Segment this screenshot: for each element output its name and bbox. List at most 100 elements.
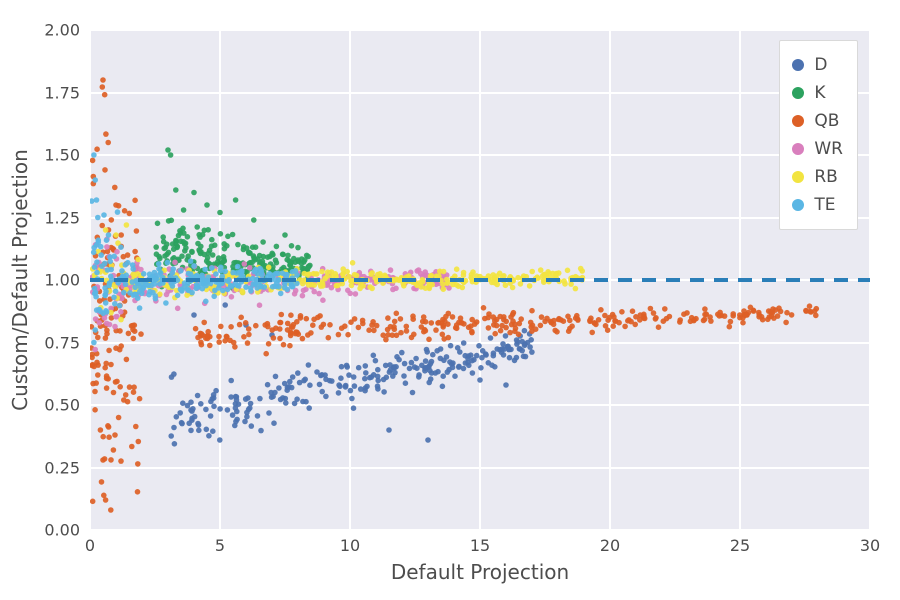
point-qb <box>435 320 441 326</box>
point-te <box>212 288 218 294</box>
point-rb <box>503 283 509 289</box>
point-qb <box>121 397 127 403</box>
point-te <box>156 261 162 267</box>
point-te <box>92 264 98 270</box>
point-qb <box>131 336 137 342</box>
y-tick-label: 2.00 <box>44 21 80 40</box>
point-qb <box>237 322 243 328</box>
point-k <box>181 207 187 213</box>
point-k <box>247 260 253 266</box>
x-tick-label: 15 <box>470 536 490 555</box>
point-qb <box>135 461 141 467</box>
point-qb <box>348 319 354 325</box>
y-tick-label: 0.75 <box>44 333 80 352</box>
point-qb <box>103 361 109 367</box>
point-d <box>463 360 469 366</box>
point-d <box>294 396 300 402</box>
point-qb <box>392 319 398 325</box>
point-k <box>161 246 167 252</box>
point-qb <box>246 326 252 332</box>
point-qb <box>808 309 814 315</box>
point-rb <box>350 260 356 266</box>
point-qb <box>131 389 137 395</box>
point-d <box>210 428 216 434</box>
point-te <box>258 283 264 289</box>
point-qb <box>789 312 795 318</box>
point-qb <box>285 321 291 327</box>
point-qb <box>124 357 130 363</box>
point-d <box>217 437 223 443</box>
point-k <box>194 224 200 230</box>
point-te <box>105 267 111 273</box>
point-qb <box>702 312 708 318</box>
point-qb <box>342 323 348 329</box>
point-qb <box>517 321 523 327</box>
point-qb <box>461 321 467 327</box>
point-d <box>257 396 263 402</box>
point-d <box>434 348 440 354</box>
point-te <box>248 288 254 294</box>
point-qb <box>245 340 251 346</box>
point-rb <box>118 317 124 323</box>
point-qb <box>127 384 133 390</box>
point-rb <box>113 232 119 238</box>
point-te <box>203 299 209 305</box>
point-rb <box>313 271 319 277</box>
point-te <box>293 268 299 274</box>
point-d <box>488 335 494 341</box>
point-qb <box>228 324 234 330</box>
point-qb <box>132 328 138 334</box>
point-wr <box>320 297 326 303</box>
point-d <box>362 376 368 382</box>
point-qb <box>803 308 809 314</box>
point-te <box>234 270 240 276</box>
point-te <box>282 285 288 291</box>
point-d <box>528 337 534 343</box>
point-qb <box>528 320 534 326</box>
point-qb <box>327 322 333 328</box>
point-te <box>140 282 146 288</box>
point-d <box>174 414 180 420</box>
point-qb <box>90 499 96 505</box>
point-d <box>255 413 261 419</box>
point-qb <box>277 336 283 342</box>
point-d <box>423 358 429 364</box>
legend-label: QB <box>814 111 839 131</box>
legend-item: QB <box>792 107 843 135</box>
point-qb <box>542 319 548 325</box>
point-k <box>273 257 279 263</box>
point-qb <box>98 427 104 433</box>
point-rb <box>441 286 447 292</box>
point-d <box>234 417 240 423</box>
point-qb <box>118 232 124 238</box>
point-qb <box>117 384 123 390</box>
point-qb <box>94 146 100 152</box>
point-rb <box>538 267 544 273</box>
point-k <box>176 233 182 239</box>
point-qb <box>630 308 636 314</box>
point-qb <box>118 458 124 464</box>
legend-label: RB <box>814 167 837 187</box>
point-qb <box>707 314 713 320</box>
point-qb <box>253 323 259 329</box>
point-wr <box>390 287 396 293</box>
point-qb <box>138 331 144 337</box>
point-rb <box>456 283 462 289</box>
point-d <box>470 370 476 376</box>
x-tick-label: 10 <box>340 536 360 555</box>
point-qb <box>588 315 594 321</box>
point-qb <box>667 314 673 320</box>
point-d <box>503 382 509 388</box>
point-d <box>407 366 413 372</box>
point-qb <box>771 315 777 321</box>
point-qb <box>498 328 504 334</box>
point-d <box>266 410 272 416</box>
legend-swatch-icon <box>792 143 804 155</box>
point-qb <box>482 316 488 322</box>
point-d <box>356 365 362 371</box>
point-qb <box>426 337 432 343</box>
point-qb <box>662 306 668 312</box>
point-rb <box>573 286 579 292</box>
point-wr <box>175 306 181 312</box>
point-te <box>103 308 109 314</box>
